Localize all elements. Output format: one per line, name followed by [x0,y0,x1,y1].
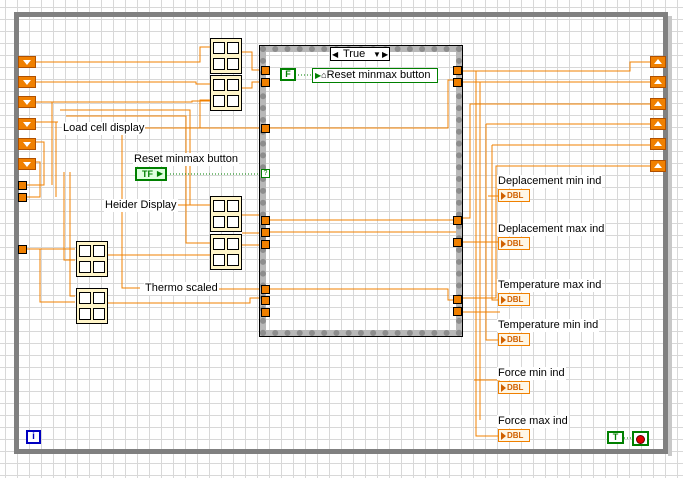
block-diagram: ◀ True ▼ ▶ F ▶⌂Reset minmax button ? Loa… [0,0,683,478]
case-tunnel [261,296,270,305]
max-min-node-2[interactable] [210,75,242,111]
shift-register-right-4[interactable] [650,118,666,130]
control-arrow-icon: ▶ [156,169,163,178]
case-tunnel [261,240,270,249]
reset-minmax-button-terminal[interactable]: TF ▶ [135,167,167,181]
case-tunnel [453,295,462,304]
max-min-node-6[interactable] [76,288,108,324]
wire-terminal [18,245,27,254]
false-constant[interactable]: F [280,68,296,81]
force-min-indicator[interactable]: DBL [498,381,530,394]
indicator-arrow-icon [501,336,506,344]
shift-register-right-2[interactable] [650,76,666,88]
indicator-label: Deplacement min ind [497,175,603,188]
max-min-node-5[interactable] [76,241,108,277]
case-tunnel [261,228,270,237]
shift-register-left-4[interactable] [18,118,36,130]
shift-register-right-1[interactable] [650,56,666,68]
heider-display-label: Heider Display [104,199,178,212]
case-tunnel [453,216,462,225]
loop-shadow-right [668,16,672,456]
case-tunnel [261,124,270,133]
case-structure[interactable] [259,45,463,337]
dropdown-arrow-icon[interactable]: ▼ [373,49,381,61]
wire-terminal [18,181,27,190]
temperature-min-indicator[interactable]: DBL [498,333,530,346]
indicator-arrow-icon [501,192,506,200]
thermo-scaled-label: Thermo scaled [144,282,219,295]
stop-icon [636,435,645,444]
max-min-node-4[interactable] [210,234,242,270]
shift-register-left-3[interactable] [18,96,36,108]
indicator-label: Temperature min ind [497,319,600,332]
shift-register-left-1[interactable] [18,56,36,68]
decrement-arrow-icon[interactable]: ◀ [332,49,338,61]
case-tunnel-boolean: ? [261,169,270,178]
shift-register-right-5[interactable] [650,138,666,150]
indicator-label: Force min ind [497,367,566,380]
case-selector[interactable]: ◀ True ▼ ▶ [330,47,390,61]
indicator-arrow-icon [501,296,506,304]
force-max-indicator[interactable]: DBL [498,429,530,442]
indicator-label: Deplacement max ind [497,223,606,236]
true-constant[interactable]: T [607,431,624,444]
deplacement-max-indicator[interactable]: DBL [498,237,530,250]
case-tunnel [261,216,270,225]
indicator-label: Force max ind [497,415,569,428]
temperature-max-indicator[interactable]: DBL [498,293,530,306]
iteration-terminal[interactable]: i [26,430,41,444]
shift-register-right-6[interactable] [650,160,666,172]
indicator-label: Temperature max ind [497,279,603,292]
shift-register-right-3[interactable] [650,98,666,110]
case-selector-value: True [343,48,366,60]
case-tunnel [261,78,270,87]
increment-arrow-icon[interactable]: ▶ [382,49,388,61]
max-min-node-3[interactable] [210,196,242,232]
case-tunnel [453,307,462,316]
reset-minmax-button-label: Reset minmax button [133,153,239,166]
shift-register-left-6[interactable] [18,158,36,170]
load-cell-display-label: Load cell display [62,122,146,135]
case-tunnel [261,308,270,317]
case-tunnel [453,66,462,75]
deplacement-min-indicator[interactable]: DBL [498,189,530,202]
shift-register-left-2[interactable] [18,76,36,88]
reset-minmax-local-variable[interactable]: ▶⌂Reset minmax button [312,68,438,83]
indicator-arrow-icon [501,432,506,440]
indicator-arrow-icon [501,384,506,392]
case-tunnel [261,285,270,294]
case-tunnel [453,238,462,247]
indicator-arrow-icon [501,240,506,248]
stop-condition-terminal[interactable] [632,431,649,446]
case-tunnel [453,78,462,87]
shift-register-left-5[interactable] [18,138,36,150]
case-tunnel [261,66,270,75]
wire-terminal [18,193,27,202]
max-min-node-1[interactable] [210,38,242,74]
